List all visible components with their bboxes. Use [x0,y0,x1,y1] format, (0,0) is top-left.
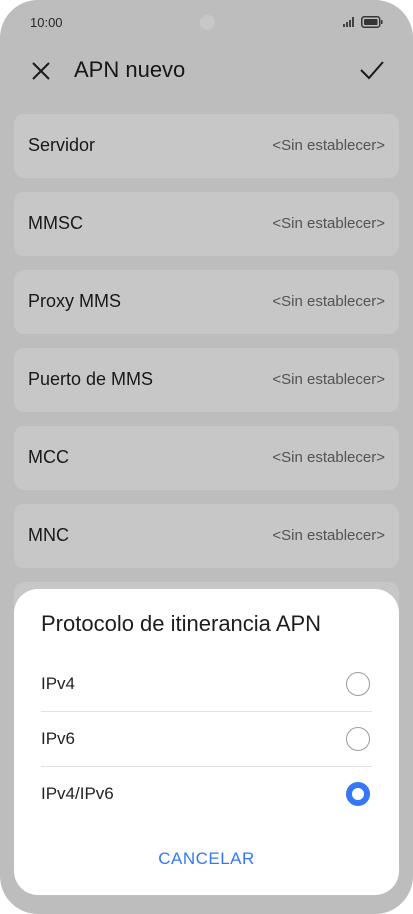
dialog-title: Protocolo de itinerancia APN [41,611,322,636]
option-label: IPv4 [41,674,76,693]
option-label: IPv6 [41,729,76,748]
radio-checked-icon[interactable] [346,782,370,806]
radio-unchecked-icon[interactable] [346,672,370,696]
option-ipv4-ipv6[interactable]: IPv4/IPv6 [41,767,372,822]
option-label: IPv4/IPv6 [41,784,114,803]
roaming-protocol-dialog: Protocolo de itinerancia APN IPv4 IPv6 I… [14,589,399,895]
option-ipv4[interactable]: IPv4 [41,657,372,712]
radio-unchecked-icon[interactable] [346,727,370,751]
option-ipv6[interactable]: IPv6 [41,712,372,767]
cancel-button[interactable]: CANCELAR [14,849,399,869]
phone-screen: 10:00 APN nuevo Servidor <Sin establecer… [0,0,413,914]
